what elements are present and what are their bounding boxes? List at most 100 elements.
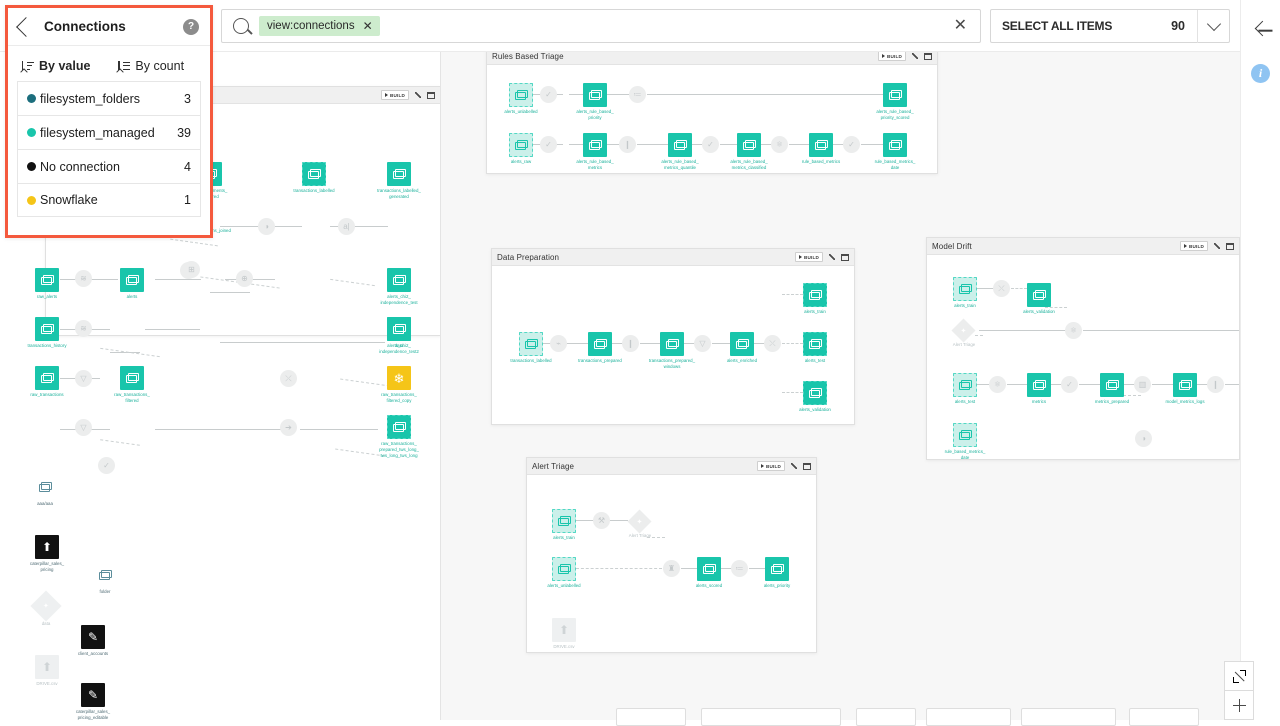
flow-node[interactable]: alerts_raw [509,133,533,164]
flow-node[interactable]: metrics_prepared [1095,373,1129,404]
clear-search-button[interactable]: ✕ [954,18,967,34]
flow-node[interactable]: ✦ data [30,590,62,626]
connection-list-item[interactable]: filesystem_managed 39 [17,115,201,149]
upload-node-box[interactable]: ⬆ [552,618,576,642]
dataset-node-box[interactable] [519,332,543,356]
flow-node[interactable]: metrics [1027,373,1051,404]
flow-node[interactable]: alerts_rule_based_ priority_scored [876,83,914,120]
bottom-toolbar-segment[interactable] [616,708,686,726]
search-filter-chip[interactable]: view:connections ✕ [259,16,380,36]
flow-node[interactable]: alerts_rule_based_ priority [576,83,614,120]
recipe-node-window[interactable]: ❙ [1207,376,1224,393]
dataset-node-box[interactable] [737,133,761,157]
expand-icon[interactable] [828,253,836,261]
flow-node[interactable]: raw_transactions_ filtered [114,366,150,403]
bottom-toolbar-segment[interactable] [1129,708,1199,726]
flow-node[interactable]: alerts_test [953,373,977,404]
select-all-items-control[interactable]: SELECT ALL ITEMS 90 [990,9,1230,43]
dataset-node-box[interactable] [588,332,612,356]
flow-node[interactable]: alerts_scored [696,557,722,588]
bottom-toolbar-segment[interactable] [856,708,916,726]
recipe-node-filter[interactable]: ▽ [75,419,92,436]
flow-node[interactable]: ✎ caterpillar_sales_ pricing_editable [76,683,110,720]
dataset-node-box[interactable] [1027,373,1051,397]
recipe-node-evaluate[interactable]: ⚛ [989,376,1006,393]
flow-node[interactable]: alerts_train [803,283,827,314]
dataset-node-box[interactable] [387,317,411,341]
recipe-node-prepare[interactable]: a| [338,218,355,235]
folder-node-box[interactable] [93,563,117,587]
bottom-toolbar-segment[interactable] [1021,708,1116,726]
recipe-node-sort[interactable]: ≔ [731,560,748,577]
dataset-node-box[interactable] [765,557,789,581]
flow-node[interactable]: transactions_labelled [293,162,335,193]
flow-node[interactable]: alerts_priority [764,557,790,588]
window-icon[interactable] [427,91,435,99]
upload-node-box[interactable]: ⬆ [35,535,59,559]
flow-node[interactable]: transactions_prepared [578,332,622,363]
flow-panel[interactable]: Rules Based Triage BUILD ✓ ≔ ✓ ❙ ✓ ⚛ ✓ alerts_unl… [486,52,938,174]
recipe-node-prepare[interactable]: ✓ [843,136,860,153]
flow-node[interactable]: alerts_validation [799,381,831,412]
edit-node-box[interactable]: ✎ [81,625,105,649]
zoom-in-button[interactable] [1224,690,1254,720]
flow-node[interactable]: raw_transactions_ prepared_tws_long_ tws_l… [379,415,419,458]
info-icon[interactable]: i [1251,64,1270,83]
recipe-node-filter[interactable]: ▽ [694,335,711,352]
dataset-node-box[interactable] [803,283,827,307]
flow-node[interactable]: ⬆ DRIVE.csv [35,655,59,686]
dataset-node-box[interactable] [387,415,411,439]
dataset-node-box[interactable] [583,133,607,157]
folder-node-box[interactable] [33,475,57,499]
flow-node[interactable]: alerts_train [953,277,977,308]
flow-panel[interactable]: Data Preparation BUILD ⌁ ❙ ▽ ⤬ transactions_la… [491,248,855,425]
upload-node-box[interactable]: ⬆ [35,655,59,679]
recipe-node-split[interactable]: ❙ [619,136,636,153]
flow-node[interactable]: rule_based_metrics_ date [875,133,915,170]
flow-node[interactable]: alerts_rule_based_ metrics [576,133,614,170]
flow-node[interactable]: model_metrics_logs [1165,373,1205,404]
recipe-node-prepare[interactable]: ✓ [540,136,557,153]
flow-node[interactable]: alerts_unlabelled [547,557,581,588]
flow-node[interactable]: aaa/aaa [33,475,57,506]
bottom-toolbar-segment[interactable] [701,708,841,726]
flow-node[interactable]: alerts_rule_based_ metrics_classified [730,133,768,170]
recipe-node-score[interactable]: ♜ [663,560,680,577]
build-button[interactable]: BUILD [756,461,785,471]
flow-node[interactable]: transactions_labelled [510,332,552,363]
recipe-node-train[interactable]: ⚒ [593,512,610,529]
flow-panel-body[interactable]: ⚒ ✦ Alert Triage ♜ ≔ alerts_train alerts_unlab… [527,475,816,652]
recipe-node-sync[interactable]: ➔ [280,419,297,436]
dataset-node-box[interactable] [35,366,59,390]
build-button[interactable]: BUILD [877,52,906,61]
recipe-node-evaluate[interactable]: ⚛ [1065,322,1082,339]
flow-node[interactable]: ❄ raw_transactions_ filtered_copy [381,366,417,403]
build-button[interactable]: BUILD [1179,241,1208,251]
flow-node[interactable]: ✎ client_accounts [78,625,108,656]
recipe-node-prepare[interactable]: ✓ [98,457,115,474]
dataset-node-box[interactable] [1173,373,1197,397]
flow-node[interactable]: alerts [120,268,144,299]
recipe-node-group[interactable]: ⊞ [183,261,200,278]
dataset-node-box[interactable] [387,268,411,292]
bottom-toolbar-segment[interactable] [926,708,1011,726]
recipe-node-stack[interactable]: ≋ [75,320,92,337]
dataset-node-box[interactable] [1100,373,1124,397]
recipe-node-diamond[interactable]: ✦ [30,590,62,622]
expand-icon[interactable] [911,52,919,60]
dataset-node-box[interactable] [668,133,692,157]
recipe-node-split[interactable]: ⤬ [993,280,1010,297]
dataset-node-box[interactable] [552,557,576,581]
flow-node[interactable]: rule_based_metrics_ date [945,423,985,459]
fit-to-screen-button[interactable] [1224,661,1254,691]
dataset-node-box[interactable] [953,423,977,447]
recipe-node-compare[interactable]: ◑ [1135,430,1152,447]
recipe-node-join[interactable]: ⌁ [550,335,567,352]
dataset-node-box[interactable] [302,162,326,186]
window-icon[interactable] [803,462,811,470]
dataset-node-box[interactable] [697,557,721,581]
dataset-node-box[interactable] [120,268,144,292]
build-button[interactable]: BUILD [380,90,409,100]
flow-node[interactable]: alerts_rule_based_ metrics_quantile [661,133,699,170]
flow-node[interactable]: alerts_unlabelled [504,83,538,114]
